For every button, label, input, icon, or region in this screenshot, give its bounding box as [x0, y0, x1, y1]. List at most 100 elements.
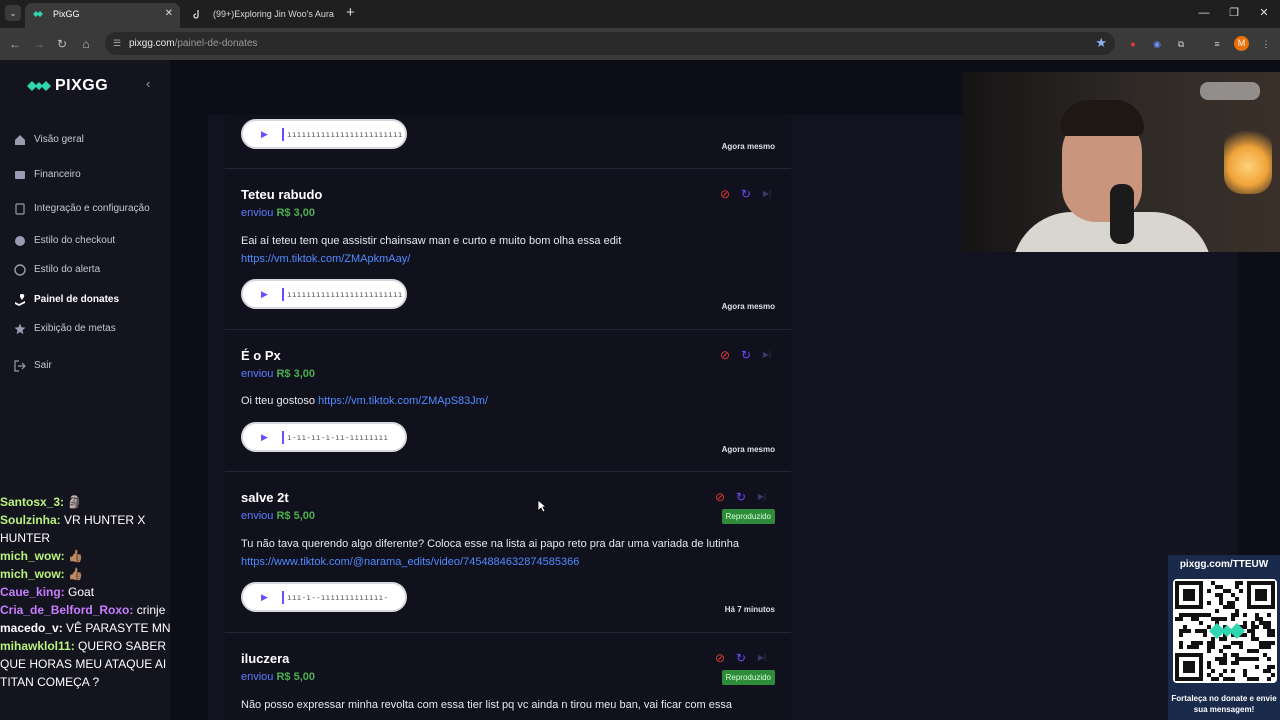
extensions-puzzle-icon[interactable]: ⧉: [1174, 37, 1188, 51]
ban-icon[interactable]: ⊘: [713, 651, 727, 665]
tab-search-chevron-icon[interactable]: ⌄: [5, 5, 21, 21]
sidebar-item-estilo-alerta[interactable]: Estilo do alerta: [14, 261, 100, 279]
webcam-microphone: [1110, 184, 1134, 244]
ban-icon[interactable]: ⊘: [718, 187, 732, 201]
tab-title: (99+)Exploring Jin Woo's Aura: [213, 9, 334, 19]
playhead[interactable]: [282, 431, 284, 444]
waveform[interactable]: ııı-ı--ııııııııııııı-: [287, 591, 388, 604]
donor-name: iluczera: [241, 651, 290, 666]
logout-icon: [14, 360, 26, 372]
extension-record-icon[interactable]: ●: [1126, 37, 1140, 51]
chat-message: Caue_king: Goat: [0, 585, 95, 599]
webcam-overlay: [962, 72, 1280, 252]
ban-icon[interactable]: ⊘: [713, 490, 727, 504]
donation-message: Tu não tava querendo algo diferente? Col…: [241, 535, 781, 571]
reload-icon[interactable]: ↻: [54, 36, 70, 52]
donation-amount: enviou R$ 3,00: [241, 207, 316, 219]
donation-card: É o Px enviou R$ 3,00 ⊘ ↻ ▶| Oi tteu gos…: [225, 330, 791, 472]
donate-icon: [15, 294, 25, 306]
bookmark-star-icon[interactable]: ★: [1095, 35, 1107, 51]
playhead[interactable]: [282, 128, 284, 141]
profile-avatar[interactable]: M: [1234, 36, 1249, 51]
close-window-icon[interactable]: ✕: [1256, 4, 1272, 22]
sidebar-item-exibicao-metas[interactable]: Exibição de metas: [14, 320, 116, 338]
waveform[interactable]: ıııııııııııııııııııııııı: [287, 288, 403, 301]
site-info-icon[interactable]: ☰: [111, 37, 123, 49]
wallet-icon: [15, 171, 25, 179]
home-icon: [15, 135, 25, 145]
pixgg-logo-icon: [27, 81, 51, 91]
replay-icon[interactable]: ↻: [734, 651, 748, 665]
settings-icon: [15, 203, 25, 215]
waveform[interactable]: ı-ıı-ıı-ı-ıı-ıııııııı: [287, 431, 388, 444]
donation-time: Agora mesmo: [721, 302, 775, 311]
playhead[interactable]: [282, 288, 284, 301]
replay-icon[interactable]: ↻: [739, 187, 753, 201]
restore-icon[interactable]: ❐: [1226, 4, 1242, 22]
donor-name: É o Px: [241, 348, 281, 363]
browser-menu-icon[interactable]: ⋮: [1259, 37, 1273, 51]
close-tab-icon[interactable]: ✕: [165, 3, 173, 25]
donation-amount: enviou R$ 5,00: [241, 671, 316, 683]
sidebar-item-sair[interactable]: Sair: [14, 357, 52, 375]
skip-icon[interactable]: ▶|: [755, 490, 769, 504]
sidebar-item-integracao[interactable]: Integração e configuração: [14, 200, 150, 218]
status-badge: Reproduzido: [721, 670, 775, 685]
donation-link[interactable]: https://vm.tiktok.com/ZMApkmAay/: [241, 250, 781, 268]
donation-time: Há 7 minutos: [724, 605, 775, 614]
donation-time: Agora mesmo: [721, 445, 775, 454]
browser-tab-strip: ⌄ PixGG ✕ (99+)Exploring Jin Woo's Aura …: [0, 0, 1280, 28]
donation-message: Oi tteu gostoso https://vm.tiktok.com/ZM…: [241, 395, 488, 407]
sidebar-item-financeiro[interactable]: Financeiro: [14, 166, 81, 184]
donation-link[interactable]: https://www.tiktok.com/@narama_edits/vid…: [241, 553, 781, 571]
skip-icon[interactable]: ▶|: [755, 651, 769, 665]
chat-message: mich_wow: 👍🏽: [0, 549, 83, 563]
chat-message: Cria_de_Belford_Roxo: crinje: [0, 603, 166, 617]
audio-player[interactable]: ▶ ıııııııııııııııııııııııı: [241, 279, 407, 309]
donation-card: Teteu rabudo enviou R$ 3,00 ⊘ ↻ ▶| Eai a…: [225, 169, 791, 330]
play-icon[interactable]: ▶: [261, 288, 268, 300]
forward-icon[interactable]: →: [31, 36, 47, 52]
webcam-streamer-hair: [1060, 100, 1144, 136]
browser-toolbar: ← → ↻ ⌂ ☰ pixgg.com/painel-de-donates ★ …: [0, 28, 1280, 60]
palette-icon: [14, 264, 26, 276]
tab-pixgg[interactable]: PixGG ✕: [25, 3, 180, 28]
palette-icon: [15, 236, 25, 246]
play-icon[interactable]: ▶: [261, 128, 268, 140]
tab-title: PixGG: [53, 9, 80, 19]
sidebar-item-visao-geral[interactable]: Visão geral: [14, 131, 84, 149]
collapse-sidebar-chevron-icon[interactable]: ‹: [146, 76, 150, 91]
status-badge: Reproduzido: [721, 509, 775, 524]
donation-message: Eai aí teteu tem que assistir chainsaw m…: [241, 232, 781, 268]
pixgg-favicon-icon: [33, 11, 43, 17]
replay-icon[interactable]: ↻: [739, 348, 753, 362]
home-icon[interactable]: ⌂: [78, 36, 94, 52]
audio-player[interactable]: ▶ ııı-ı--ııııııııııııı-: [241, 582, 407, 612]
waveform[interactable]: ıııııııııııııııııııııııı: [287, 128, 403, 141]
media-controls-icon[interactable]: ≡: [1210, 37, 1224, 51]
donation-card: ▶ ıııııııııııııııııııııııı Agora mesmo: [225, 115, 791, 169]
chat-message: mihawklol11: QUERO SABER QUE HORAS MEU A…: [0, 639, 167, 689]
minimize-icon[interactable]: —: [1196, 4, 1212, 22]
play-icon[interactable]: ▶: [261, 431, 268, 443]
playhead[interactable]: [282, 591, 284, 604]
qr-caption: Fortaleça no donate e envie sua mensagem…: [1171, 694, 1277, 714]
play-icon[interactable]: ▶: [261, 591, 268, 603]
tab-youtube[interactable]: (99+)Exploring Jin Woo's Aura: [185, 3, 335, 28]
skip-icon[interactable]: ▶|: [760, 187, 774, 201]
address-bar[interactable]: ☰ pixgg.com/painel-de-donates ★: [105, 32, 1115, 55]
sidebar-item-estilo-checkout[interactable]: Estilo do checkout: [14, 232, 115, 250]
sidebar-item-painel-donates[interactable]: Painel de donates: [14, 291, 119, 309]
chat-message: Santosx_3: 🗿: [0, 495, 83, 509]
extension-audio-icon[interactable]: ◉: [1150, 37, 1164, 51]
url-text: pixgg.com/painel-de-donates: [129, 38, 258, 49]
donation-link[interactable]: https://vm.tiktok.com/ZMApS83Jm/: [318, 395, 488, 407]
audio-player[interactable]: ▶ ı-ıı-ıı-ı-ıı-ıııııııı: [241, 422, 407, 452]
back-icon[interactable]: ←: [7, 36, 23, 52]
skip-icon[interactable]: ▶|: [760, 348, 774, 362]
ban-icon[interactable]: ⊘: [718, 348, 732, 362]
new-tab-button[interactable]: +: [346, 4, 355, 22]
audio-player[interactable]: ▶ ıııııııııııııııııııııııı: [241, 119, 407, 149]
replay-icon[interactable]: ↻: [734, 490, 748, 504]
donation-amount: enviou R$ 5,00: [241, 510, 316, 522]
